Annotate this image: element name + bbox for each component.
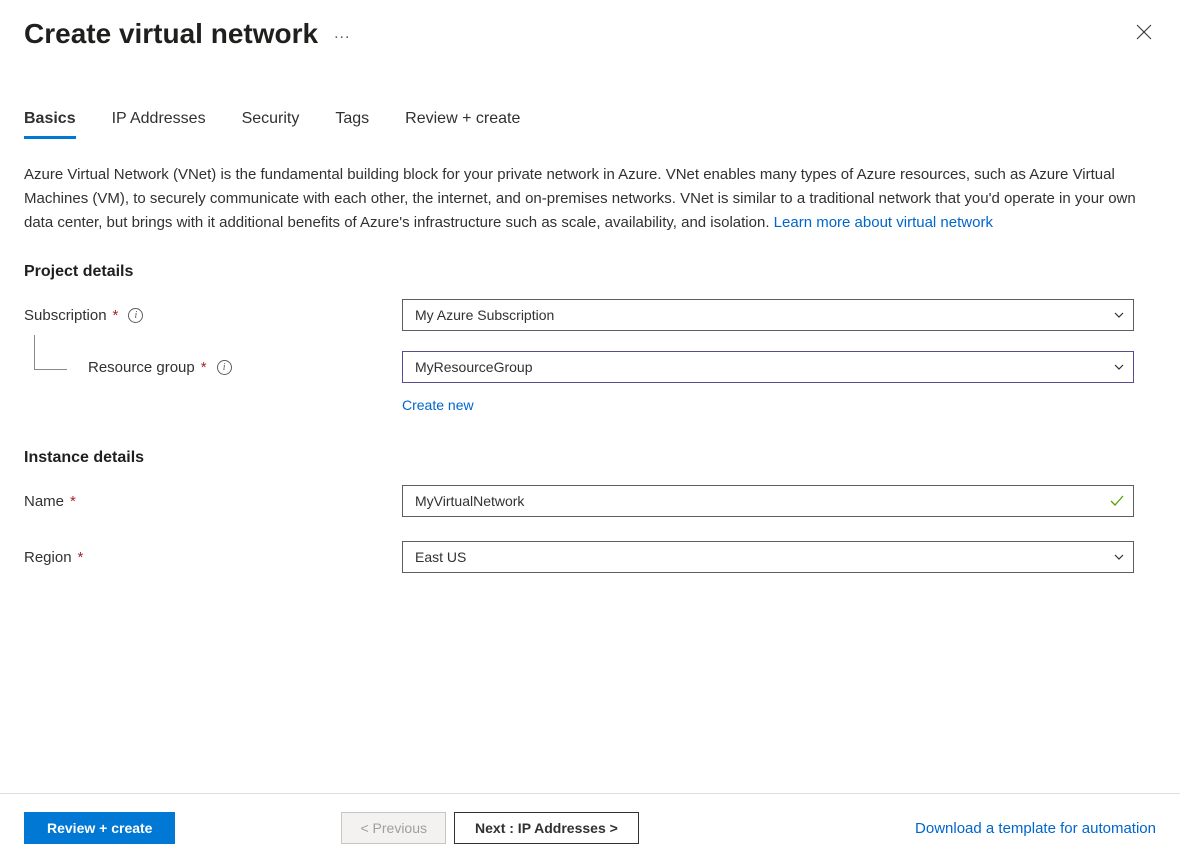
subscription-row: Subscription * i My Azure Subscription [24,299,1156,331]
instance-details-title: Instance details [24,449,1156,467]
footer: Review + create < Previous Next : IP Add… [0,793,1180,862]
name-label: Name [24,493,64,510]
page-title: Create virtual network [24,18,318,50]
download-template-link[interactable]: Download a template for automation [915,820,1156,837]
tabs: Basics IP Addresses Security Tags Review… [24,110,1156,139]
region-value: East US [415,549,466,565]
learn-more-link[interactable]: Learn more about virtual network [774,214,993,231]
name-row: Name * MyVirtualNetwork [24,485,1156,517]
info-icon[interactable]: i [128,308,143,323]
header-row: Create virtual network ... [24,18,1156,50]
close-icon[interactable] [1132,20,1156,49]
more-menu-icon[interactable]: ... [334,25,350,43]
previous-button: < Previous [341,812,446,844]
region-label: Region [24,549,72,566]
tab-security[interactable]: Security [242,110,300,139]
region-select[interactable]: East US [402,541,1134,573]
resource-group-value: MyResourceGroup [415,359,533,375]
subscription-value: My Azure Subscription [415,307,554,323]
resource-group-label: Resource group [88,359,195,376]
tab-review-create[interactable]: Review + create [405,110,520,139]
description: Azure Virtual Network (VNet) is the fund… [24,163,1144,235]
name-input[interactable]: MyVirtualNetwork [402,485,1134,517]
checkmark-icon [1109,494,1125,508]
resource-group-row: Resource group * i MyResourceGroup [24,351,1156,383]
name-value: MyVirtualNetwork [415,493,524,509]
subscription-label: Subscription [24,307,107,324]
info-icon[interactable]: i [217,360,232,375]
chevron-down-icon [1113,361,1125,373]
region-row: Region * East US [24,541,1156,573]
subscription-select[interactable]: My Azure Subscription [402,299,1134,331]
required-asterisk: * [201,359,207,376]
create-new-link[interactable]: Create new [402,397,474,413]
project-details-title: Project details [24,263,1156,281]
required-asterisk: * [70,493,76,510]
next-button[interactable]: Next : IP Addresses > [454,812,639,844]
required-asterisk: * [78,549,84,566]
resource-group-select[interactable]: MyResourceGroup [402,351,1134,383]
tab-tags[interactable]: Tags [335,110,369,139]
tab-basics[interactable]: Basics [24,110,76,139]
tab-ip-addresses[interactable]: IP Addresses [112,110,206,139]
required-asterisk: * [113,307,119,324]
instance-details-section: Instance details Name * MyVirtualNetwork… [24,449,1156,573]
chevron-down-icon [1113,551,1125,563]
chevron-down-icon [1113,309,1125,321]
review-create-button[interactable]: Review + create [24,812,175,844]
project-details-section: Project details Subscription * i My Azur… [24,263,1156,413]
